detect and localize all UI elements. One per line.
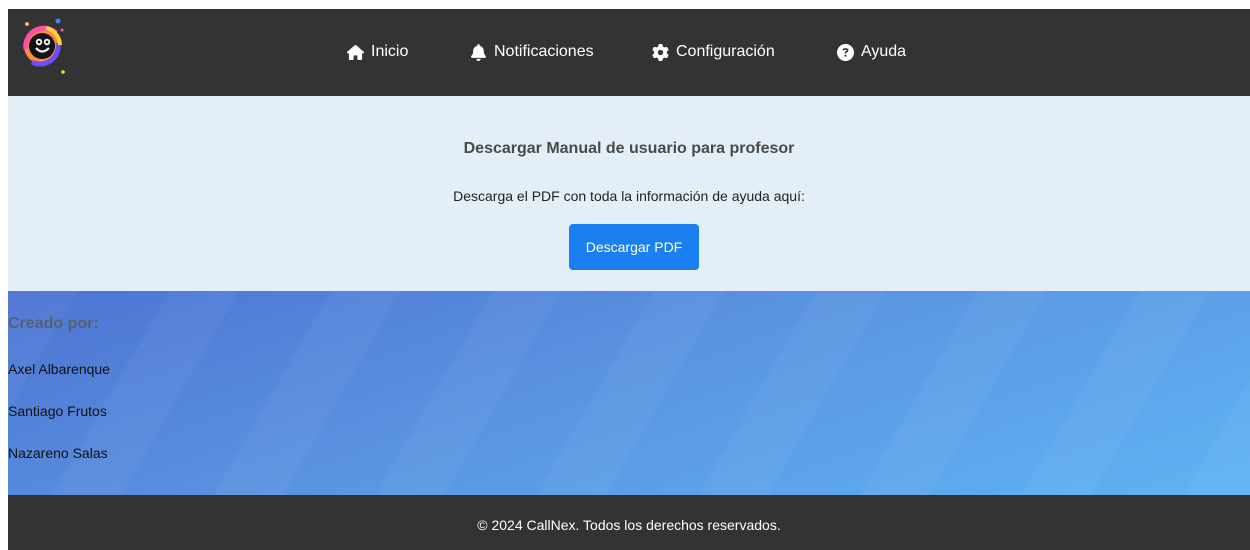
nav-item-notificaciones[interactable]: Notificaciones bbox=[470, 41, 594, 63]
help-title: Descargar Manual de usuario para profeso… bbox=[463, 140, 795, 157]
credit-name: Nazareno Salas bbox=[8, 445, 108, 461]
nav-label-notificaciones: Notificaciones bbox=[494, 43, 594, 60]
bell-icon bbox=[471, 43, 486, 61]
nav-item-ayuda[interactable]: Ayuda bbox=[837, 41, 906, 63]
nav-label-ayuda: Ayuda bbox=[861, 43, 907, 60]
nav-label-configuracion: Configuración bbox=[676, 43, 775, 60]
credit-name: Santiago Frutos bbox=[8, 403, 107, 419]
download-pdf-button[interactable]: Descargar PDF bbox=[569, 224, 699, 270]
question-circle-icon bbox=[837, 43, 854, 61]
navbar: Inicio Notificaciones Configuración Ayud… bbox=[8, 9, 1250, 96]
help-card: Descargar Manual de usuario para profeso… bbox=[8, 96, 1250, 291]
copyright-text: © 2024 CallNex. Todos los derechos reser… bbox=[477, 517, 781, 533]
page-frame: Inicio Notificaciones Configuración Ayud… bbox=[8, 9, 1250, 550]
gear-icon bbox=[652, 43, 669, 61]
credits-heading: Creado por: bbox=[8, 315, 99, 332]
nav-links: Inicio Notificaciones Configuración Ayud… bbox=[8, 9, 1250, 96]
footer: © 2024 CallNex. Todos los derechos reser… bbox=[8, 495, 1250, 550]
credits-section: Creado por: Axel Albarenque Santiago Fru… bbox=[8, 291, 1250, 495]
nav-item-configuracion[interactable]: Configuración bbox=[652, 41, 775, 63]
nav-item-inicio[interactable]: Inicio bbox=[347, 41, 408, 63]
background-pattern bbox=[8, 291, 1250, 495]
nav-label-inicio: Inicio bbox=[371, 43, 409, 60]
help-description: Descarga el PDF con toda la información … bbox=[453, 188, 805, 204]
credit-name: Axel Albarenque bbox=[8, 361, 110, 377]
home-icon bbox=[347, 44, 364, 60]
